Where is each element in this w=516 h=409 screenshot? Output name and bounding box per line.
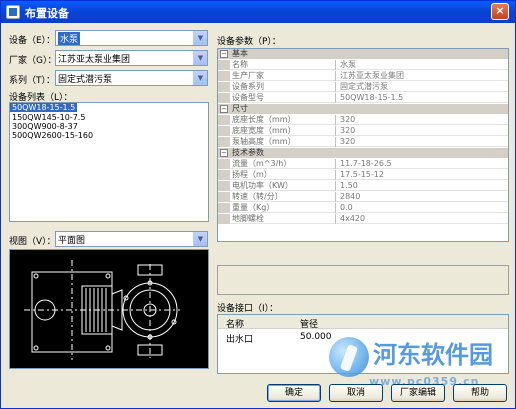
property-name: 转速（转/分）: [232, 192, 336, 202]
series-value: 固定式潜污泵: [58, 75, 113, 85]
property-name: 设备系列: [232, 82, 336, 92]
collapse-icon[interactable]: −: [220, 50, 228, 58]
property-description: [217, 265, 509, 295]
property-value: 1.50: [340, 181, 358, 190]
collapse-icon[interactable]: −: [220, 105, 228, 113]
maker-combo[interactable]: 江苏亚太泵业集团 ▼: [55, 50, 208, 66]
property-name: 泵轴高度（mm）: [232, 137, 336, 147]
series-combo[interactable]: 固定式潜污泵 ▼: [55, 70, 208, 86]
help-button[interactable]: 帮助: [453, 384, 507, 402]
property-value: 17.5-15-12: [340, 170, 384, 179]
property-row[interactable]: 转速（转/分） 2840: [218, 192, 508, 202]
property-value: 0.0: [340, 203, 353, 212]
property-value: 水泵: [340, 60, 356, 69]
params-label: 设备参数（P）：: [217, 37, 281, 47]
table-cell-name[interactable]: 出水口: [226, 332, 253, 345]
category-tech[interactable]: − 技术参数: [218, 148, 508, 158]
drawing-preview: [9, 249, 209, 369]
table-header: 名称 管径: [218, 315, 508, 330]
category-label: 基本: [232, 49, 248, 58]
list-item[interactable]: 50QW18-15-1.5: [10, 103, 78, 112]
series-label: 系列（T）：: [9, 76, 55, 86]
property-row[interactable]: 底座长度（mm） 320: [218, 115, 508, 125]
property-name: 电机功率（KW）: [232, 181, 336, 191]
property-name: 底座宽度（mm）: [232, 126, 336, 136]
window-title: 布置设备: [25, 7, 69, 20]
view-combo[interactable]: 平面图 ▼: [55, 231, 208, 247]
list-item[interactable]: 500QW2600-15-160: [10, 131, 208, 140]
ok-button[interactable]: 确定: [267, 384, 321, 402]
place-device-dialog: 布置设备 × 设备（E）： 水泵 ▼ 厂家（G）： 江苏亚太泵业集团 ▼ 系列（…: [0, 0, 516, 409]
app-icon: [6, 5, 20, 19]
category-basic[interactable]: − 基本: [218, 49, 508, 59]
property-row[interactable]: 泵轴高度（mm） 320: [218, 137, 508, 147]
category-label: 技术参数: [232, 148, 264, 157]
view-label: 视图（V）：: [9, 237, 56, 247]
title-bar[interactable]: 布置设备 ×: [1, 1, 515, 23]
maker-value: 江苏亚太泵业集团: [58, 55, 131, 65]
property-name: 生产厂家: [232, 71, 336, 81]
category-size[interactable]: − 尺寸: [218, 104, 508, 114]
device-combo[interactable]: 水泵 ▼: [55, 30, 208, 46]
chevron-down-icon[interactable]: ▼: [193, 31, 207, 45]
property-name: 设备型号: [232, 93, 336, 103]
property-row[interactable]: 扬程（m） 17.5-15-12: [218, 170, 508, 180]
interface-table[interactable]: 名称 管径 出水口 50.000: [217, 314, 509, 374]
property-grid[interactable]: − 基本 名称 水泵 生产厂家 江苏亚太泵业集团 设备系列 固定式潜污泵 设备型号 50…: [217, 48, 509, 242]
interface-label: 设备接口（I）：: [217, 304, 279, 314]
column-header-name[interactable]: 名称: [226, 317, 244, 330]
property-value: 320: [340, 126, 356, 135]
property-value: 50QW18-15-1.5: [340, 93, 404, 102]
property-value: 江苏亚太泵业集团: [340, 71, 404, 80]
maker-label: 厂家（G）：: [9, 56, 57, 66]
property-value: 320: [340, 115, 356, 124]
category-label: 尺寸: [232, 104, 248, 113]
view-value: 平面图: [58, 236, 86, 246]
property-value: 2840: [340, 192, 361, 201]
property-value: 固定式潜污泵: [340, 82, 388, 91]
property-row[interactable]: 名称 水泵: [218, 60, 508, 70]
property-name: 重量（Kg）: [232, 203, 336, 213]
chevron-down-icon[interactable]: ▼: [193, 232, 207, 246]
property-row[interactable]: 地脚螺栓 4x420: [218, 214, 508, 224]
cancel-button[interactable]: 取消: [329, 384, 383, 402]
chevron-down-icon[interactable]: ▼: [193, 71, 207, 85]
property-row[interactable]: 电机功率（KW） 1.50: [218, 181, 508, 191]
property-value: 320: [340, 137, 356, 146]
property-name: 名称: [232, 60, 336, 70]
property-value: 11.7-18-26.5: [340, 159, 392, 168]
chevron-down-icon[interactable]: ▼: [193, 51, 207, 65]
maker-edit-button[interactable]: 厂家编辑: [391, 384, 445, 402]
property-name: 扬程（m）: [232, 170, 336, 180]
property-row[interactable]: 重量（Kg） 0.0: [218, 203, 508, 213]
property-row[interactable]: 设备系列 固定式潜污泵: [218, 82, 508, 92]
list-item[interactable]: 300QW900-8-37: [10, 122, 208, 131]
device-value: 水泵: [58, 32, 81, 45]
collapse-icon[interactable]: −: [220, 149, 228, 157]
list-item[interactable]: 150QW145-10-7.5: [10, 113, 208, 122]
close-button[interactable]: ×: [491, 3, 509, 20]
property-name: 地脚螺栓: [232, 214, 336, 224]
property-row[interactable]: 设备型号 50QW18-15-1.5: [218, 93, 508, 103]
device-label: 设备（E）：: [9, 36, 56, 46]
property-name: 流量（m^3/h）: [232, 159, 336, 169]
property-row[interactable]: 生产厂家 江苏亚太泵业集团: [218, 71, 508, 81]
table-cell-diameter[interactable]: 50.000: [300, 332, 332, 342]
column-header-diameter[interactable]: 管径: [300, 317, 318, 330]
property-value: 4x420: [340, 214, 366, 223]
device-list[interactable]: 50QW18-15-1.5 150QW145-10-7.5 300QW900-8…: [9, 102, 209, 222]
property-row[interactable]: 流量（m^3/h） 11.7-18-26.5: [218, 159, 508, 169]
property-row[interactable]: 底座宽度（mm） 320: [218, 126, 508, 136]
property-name: 底座长度（mm）: [232, 115, 336, 125]
pump-plan-drawing: [24, 260, 180, 360]
